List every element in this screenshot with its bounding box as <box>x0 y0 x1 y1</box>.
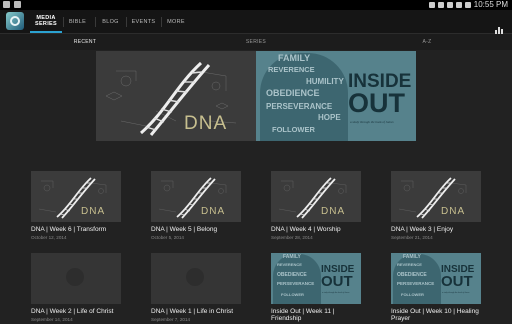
card-title: DNA | Week 2 | Life of Christ <box>31 308 114 315</box>
subtab-recent[interactable]: RECENT <box>0 34 170 50</box>
dna-helix-icon <box>278 177 347 219</box>
mute-icon <box>446 1 453 8</box>
tab-blog[interactable]: BLOG <box>96 10 125 33</box>
subtab-series[interactable]: SERIES <box>170 34 342 50</box>
dna-helix-icon <box>105 61 237 136</box>
card-thumbnail[interactable]: FAMILY REVERENCE OBEDIENCE PERSEVERANCE … <box>271 253 361 304</box>
card-date: September 21, 2014 <box>391 235 433 240</box>
dna-helix-icon <box>398 177 467 219</box>
battery-icon <box>464 1 471 8</box>
media-card[interactable]: DNA | Week 1 | Life in Christ September … <box>151 253 241 322</box>
card-title: DNA | Week 4 | Worship <box>271 226 341 233</box>
card-thumbnail[interactable]: DNA <box>31 171 121 222</box>
thumb-dna-word: DNA <box>441 206 466 217</box>
battery-saver-icon <box>428 1 435 8</box>
featured-banner[interactable]: DNA FAMILY REVERENCE HUMILITY OBEDIENCE … <box>96 51 416 141</box>
card-date: September 28, 2014 <box>271 235 313 240</box>
tab-media-series[interactable]: MEDIA SERIES <box>30 10 62 33</box>
thumb-dna-word: DNA <box>321 206 346 217</box>
card-title: DNA | Week 5 | Belong <box>151 226 218 233</box>
dna-helix-icon <box>38 177 107 219</box>
banner-dna-title: DNA <box>184 113 228 134</box>
image-notification-icon <box>3 1 10 8</box>
tab-bible[interactable]: BIBLE <box>63 10 92 33</box>
media-card[interactable]: DNA DNA | Week 4 | Worship September 28,… <box>271 171 361 240</box>
subtab-a-z[interactable]: A-Z <box>342 34 512 50</box>
card-thumbnail[interactable]: DNA <box>151 171 241 222</box>
tab-more[interactable]: MORE <box>161 10 191 33</box>
card-title: DNA | Week 6 | Transform <box>31 226 107 233</box>
alarm-icon <box>437 1 444 8</box>
thumb-dna-word: DNA <box>201 206 226 217</box>
banner-io-title-2: OUT <box>348 88 405 118</box>
media-card[interactable]: DNA DNA | Week 3 | Enjoy September 21, 2… <box>391 171 481 240</box>
card-thumbnail[interactable] <box>31 253 121 304</box>
thumb-dna-word: DNA <box>81 206 106 217</box>
media-card[interactable]: DNA DNA | Week 5 | Belong October 5, 201… <box>151 171 241 240</box>
stats-icon[interactable] <box>495 27 503 34</box>
wifi-icon <box>455 1 462 8</box>
card-thumbnail[interactable]: DNA <box>391 171 481 222</box>
tab-events[interactable]: EVENTS <box>127 10 160 33</box>
media-card[interactable]: DNA | Week 2 | Life of Christ September … <box>31 253 121 322</box>
card-thumbnail[interactable] <box>151 253 241 304</box>
card-title: DNA | Week 1 | Life in Christ <box>151 308 234 315</box>
placeholder-image-icon <box>66 268 84 286</box>
card-thumbnail[interactable]: FAMILY REVERENCE OBEDIENCE PERSEVERANCE … <box>391 253 481 304</box>
placeholder-image-icon <box>186 268 204 286</box>
dna-helix-icon <box>158 177 227 219</box>
media-card[interactable]: DNA DNA | Week 6 | Transform October 12,… <box>31 171 121 240</box>
card-title: DNA | Week 3 | Enjoy <box>391 226 454 233</box>
card-date: October 5, 2014 <box>151 235 184 240</box>
sub-tab-bar: RECENT SERIES A-Z <box>0 34 512 50</box>
media-card[interactable]: FAMILY REVERENCE OBEDIENCE PERSEVERANCE … <box>271 253 361 324</box>
card-date: October 12, 2014 <box>31 235 67 240</box>
status-time: 10:55 PM <box>473 0 508 9</box>
status-bar: 10:55 PM <box>0 0 512 10</box>
banner-dna-art: DNA <box>96 51 256 141</box>
banner-io-subtitle: a study through the book of James <box>350 120 394 124</box>
banner-inside-out-art: FAMILY REVERENCE HUMILITY OBEDIENCE PERS… <box>256 51 416 141</box>
youtube-notification-icon <box>14 1 21 8</box>
media-card[interactable]: FAMILY REVERENCE OBEDIENCE PERSEVERANCE … <box>391 253 481 324</box>
card-thumbnail[interactable]: DNA <box>271 171 361 222</box>
main-tab-bar: MEDIA SERIES BIBLE BLOG EVENTS MORE <box>0 10 512 34</box>
app-logo-icon[interactable] <box>6 12 24 30</box>
